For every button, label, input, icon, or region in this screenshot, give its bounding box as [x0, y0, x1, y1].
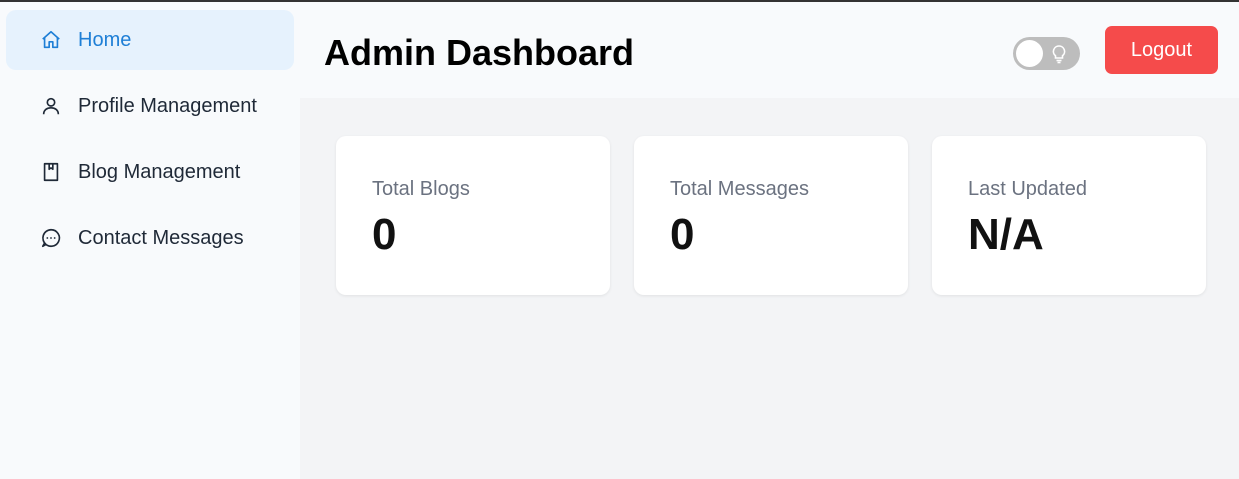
header: Admin Dashboard Logout	[300, 2, 1239, 98]
stat-card-total-blogs: Total Blogs 0	[336, 136, 610, 295]
stat-label: Total Blogs	[372, 178, 470, 200]
lightbulb-icon	[1050, 44, 1068, 64]
stat-card-total-messages: Total Messages 0	[634, 136, 908, 295]
stat-card-last-updated: Last Updated N/A	[932, 136, 1206, 295]
sidebar-item-contact-messages[interactable]: Contact Messages	[6, 208, 294, 268]
theme-toggle[interactable]	[1013, 37, 1080, 70]
sidebar-item-label: Profile Management	[78, 94, 257, 117]
message-icon	[40, 227, 62, 249]
sidebar-item-profile-management[interactable]: Profile Management	[6, 76, 294, 136]
stat-value: 0	[372, 210, 397, 259]
sidebar-item-label: Home	[78, 28, 132, 51]
sidebar-item-home[interactable]: Home	[6, 10, 294, 70]
page-title: Admin Dashboard	[324, 32, 635, 73]
sidebar-item-label: Blog Management	[78, 160, 241, 183]
sidebar-item-label: Contact Messages	[78, 226, 244, 249]
app-window: Home Profile Management Blog Management	[0, 0, 1239, 479]
stat-value: 0	[670, 210, 695, 259]
stat-value: N/A	[968, 210, 1044, 259]
stat-label: Last Updated	[968, 178, 1087, 200]
home-icon	[40, 29, 62, 51]
logout-button[interactable]: Logout	[1105, 26, 1218, 74]
book-icon	[40, 161, 62, 183]
sidebar-item-blog-management[interactable]: Blog Management	[6, 142, 294, 202]
toggle-knob	[1016, 40, 1043, 67]
sidebar: Home Profile Management Blog Management	[0, 2, 300, 479]
user-icon	[40, 95, 62, 117]
stat-label: Total Messages	[670, 178, 809, 200]
